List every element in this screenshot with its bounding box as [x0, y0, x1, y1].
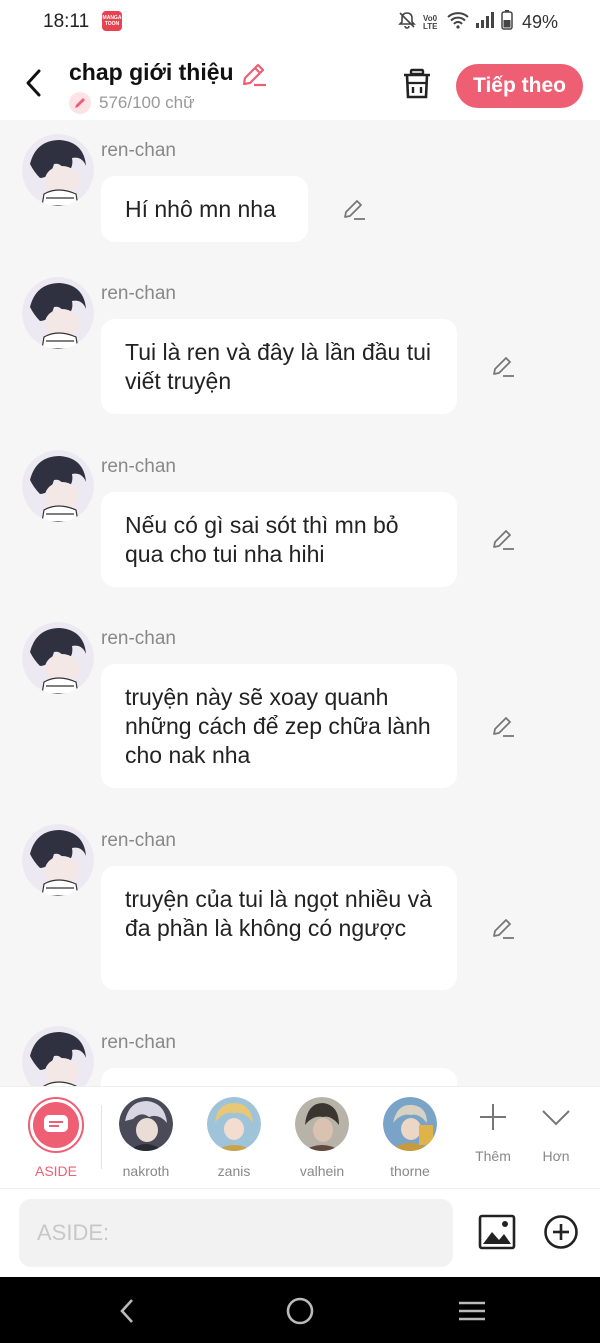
more-button[interactable]: Hơn: [526, 1101, 586, 1164]
delete-button[interactable]: [399, 66, 435, 102]
character-name: nakroth: [122, 1163, 170, 1179]
word-count-text: 576/100 chữ: [99, 93, 195, 112]
menu-icon: [459, 1301, 485, 1321]
message-bubble[interactable]: truyện của tui là ngọt nhiều và đa phần …: [101, 866, 457, 990]
message-bubble[interactable]: Tui là ren và đây là lần đầu tui viết tr…: [101, 319, 457, 414]
character-nakroth[interactable]: nakroth: [106, 1097, 186, 1179]
message-bubble[interactable]: [101, 1068, 457, 1086]
back-button[interactable]: [18, 66, 50, 100]
avatar: [207, 1097, 261, 1151]
add-label: Thêm: [475, 1148, 511, 1164]
mangatoon-app-icon: MANGA TOON: [102, 11, 122, 31]
edit-message-icon[interactable]: [490, 526, 516, 552]
add-character-button[interactable]: Thêm: [463, 1101, 523, 1164]
aside-avatar: [28, 1097, 84, 1153]
home-icon: [286, 1297, 314, 1325]
chat-content[interactable]: ren-chan Hí nhô mn nha ren-chan Tui là r…: [0, 120, 600, 1086]
chevron-down-icon: [542, 1110, 570, 1126]
sender-name: ren-chan: [101, 830, 176, 851]
message-bubble[interactable]: truyện này sẽ xoay quanh những cách để z…: [101, 664, 457, 788]
nav-home-button[interactable]: [284, 1295, 316, 1327]
image-icon: [478, 1214, 516, 1250]
status-time: 18:11: [43, 11, 90, 32]
volte-icon: Vo0 LTE: [422, 13, 438, 31]
insert-image-button[interactable]: [478, 1214, 516, 1250]
avatar: [295, 1097, 349, 1151]
character-name: thorne: [390, 1163, 430, 1179]
avatar[interactable]: [22, 622, 94, 694]
input-bar: [0, 1188, 600, 1277]
editor-header: chap giới thiệu 576/100 chữ Tiếp theo: [0, 44, 600, 120]
pencil-icon: [69, 92, 91, 114]
plus-icon: [480, 1104, 506, 1130]
edit-message-icon[interactable]: [490, 353, 516, 379]
plus-circle-icon: [544, 1215, 578, 1249]
character-zanis[interactable]: zanis: [194, 1097, 274, 1179]
avatar[interactable]: [22, 1026, 94, 1086]
avatar[interactable]: [22, 450, 94, 522]
next-button[interactable]: Tiếp theo: [456, 64, 583, 108]
character-aside[interactable]: ASIDE: [16, 1097, 96, 1179]
mute-icon: [397, 10, 417, 35]
battery-percent: 49%: [521, 12, 558, 32]
avatar: [119, 1097, 173, 1151]
character-valhein[interactable]: valhein: [282, 1097, 362, 1179]
edit-message-icon[interactable]: [341, 196, 367, 222]
more-label: Hơn: [542, 1148, 570, 1164]
avatar: [383, 1097, 437, 1151]
chapter-title[interactable]: chap giới thiệu: [69, 59, 234, 86]
message-input[interactable]: [19, 1199, 453, 1267]
wifi-icon: [447, 11, 469, 34]
sender-name: ren-chan: [101, 283, 176, 304]
word-count: 576/100 chữ: [69, 92, 195, 114]
message-bubble[interactable]: Hí nhô mn nha: [101, 176, 308, 242]
divider: [101, 1105, 102, 1169]
status-icons: Vo0 LTE 49%: [397, 10, 558, 35]
battery-icon: [501, 10, 513, 35]
character-selector: ASIDE nakroth zanis valhein thorne Thêm …: [0, 1086, 600, 1188]
back-icon: [120, 1299, 133, 1323]
avatar[interactable]: [22, 824, 94, 896]
sender-name: ren-chan: [101, 1032, 176, 1053]
edit-message-icon[interactable]: [490, 915, 516, 941]
avatar[interactable]: [22, 134, 94, 206]
status-bar: 18:11 MANGA TOON Vo0 LTE 49%: [0, 0, 600, 44]
edit-title-icon[interactable]: [240, 60, 268, 88]
sender-name: ren-chan: [101, 456, 176, 477]
avatar[interactable]: [22, 277, 94, 349]
character-name: ASIDE: [34, 1163, 77, 1179]
character-name: zanis: [217, 1163, 251, 1179]
nav-recents-button[interactable]: [456, 1295, 488, 1327]
nav-back-button[interactable]: [112, 1295, 144, 1327]
character-thorne[interactable]: thorne: [370, 1097, 450, 1179]
chat-bubble-icon: [44, 1115, 68, 1132]
add-content-button[interactable]: [543, 1214, 579, 1250]
message-bubble[interactable]: Nếu có gì sai sót thì mn bỏ qua cho tui …: [101, 492, 457, 587]
sender-name: ren-chan: [101, 628, 176, 649]
sender-name: ren-chan: [101, 140, 176, 161]
edit-message-icon[interactable]: [490, 713, 516, 739]
character-name: valhein: [299, 1163, 345, 1179]
signal-icon: [475, 11, 495, 34]
system-nav-bar: [0, 1277, 600, 1343]
